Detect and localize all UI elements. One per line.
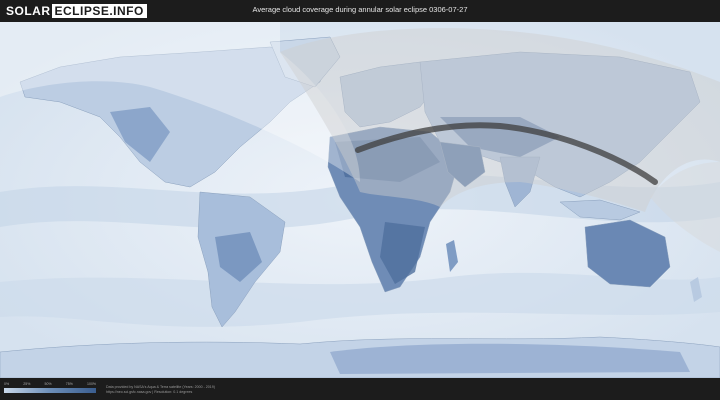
legend-tick: 50% <box>44 382 52 386</box>
world-map-svg <box>0 22 720 379</box>
data-credits: Data provided by NASA's Aqua & Terra sat… <box>106 385 215 395</box>
legend-ticks: 0% 25% 50% 75% 100% <box>4 382 96 386</box>
legend-color-scale <box>4 388 96 393</box>
legend-tick: 0% <box>4 382 10 386</box>
legend-tick: 100% <box>87 382 96 386</box>
cloud-coverage-map <box>0 22 720 379</box>
legend-tick: 75% <box>65 382 73 386</box>
legend-tick: 25% <box>23 382 31 386</box>
credits-line-url[interactable]: https://neo.sci.gsfc.nasa.gov | Resoluti… <box>106 390 215 395</box>
top-bar: SOLAR ECLIPSE.INFO Average cloud coverag… <box>0 0 720 22</box>
map-title: Average cloud coverage during annular so… <box>252 5 468 14</box>
cloud-coverage-legend: 0% 25% 50% 75% 100% <box>4 382 96 393</box>
bottom-bar: 0% 25% 50% 75% 100% Data provided by NAS… <box>0 378 720 400</box>
